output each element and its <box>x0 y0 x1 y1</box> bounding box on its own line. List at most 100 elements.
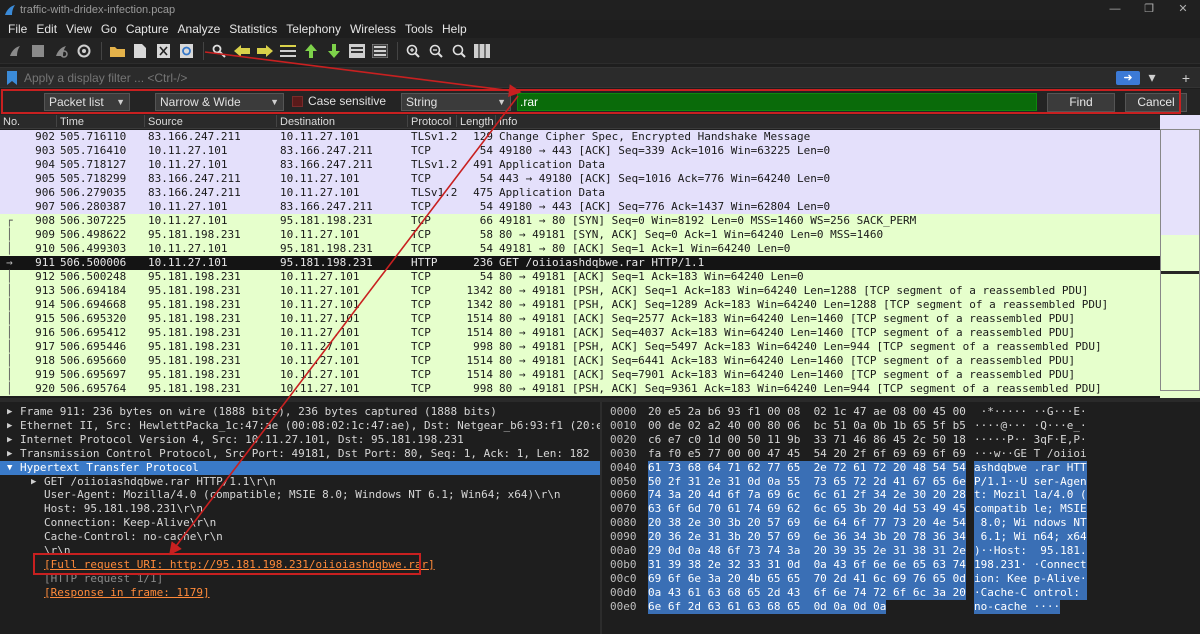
collapsed-arrow-icon[interactable]: ▶ <box>7 405 12 419</box>
bytes-row[interactable]: 0010 00 de 02 a2 40 00 80 06 bc 51 0a 0b … <box>602 419 1200 433</box>
bytes-row[interactable]: 00b0 31 39 38 2e 32 33 31 0d 0a 43 6f 6e … <box>602 557 1200 572</box>
autoscroll-icon[interactable] <box>348 42 366 60</box>
first-packet-icon[interactable] <box>302 42 320 60</box>
resize-columns-icon[interactable] <box>473 42 491 60</box>
filter-bookmark-icon[interactable] <box>6 70 18 85</box>
menu-telephony[interactable]: Telephony <box>286 22 341 36</box>
packet-row[interactable]: │ 917 506.695446 95.181.198.231 10.11.27.101… <box>0 340 1160 354</box>
detail-tree-item[interactable]: Connection: Keep-Alive\r\n <box>0 516 600 530</box>
go-forward-icon[interactable] <box>256 42 274 60</box>
close-icon[interactable]: ✕ <box>1166 0 1200 20</box>
menu-go[interactable]: Go <box>101 22 117 36</box>
collapsed-arrow-icon[interactable]: ▶ <box>7 419 12 433</box>
bytes-row[interactable]: 0080 20 38 2e 30 3b 20 57 69 6e 64 6f 77 … <box>602 516 1200 531</box>
colorize-icon[interactable] <box>371 42 389 60</box>
packet-row[interactable]: 904 505.718127 10.11.27.101 83.166.247.211 T… <box>0 158 1160 172</box>
menu-edit[interactable]: Edit <box>36 22 57 36</box>
detail-tree-item[interactable]: ▶ Internet Protocol Version 4, Src: 10.11… <box>0 433 600 447</box>
detail-link[interactable]: [Response in frame: 1179] <box>44 586 210 600</box>
detail-tree-item[interactable]: ▶ GET /oiioiashdqbwe.rar HTTP/1.1\r\n <box>0 475 600 489</box>
zoom-out-icon[interactable] <box>427 42 445 60</box>
packet-row[interactable]: │ 914 506.694668 95.181.198.231 10.11.27.101… <box>0 298 1160 312</box>
bytes-row[interactable]: 00d0 0a 43 61 63 68 65 2d 43 6f 6e 74 72 … <box>602 585 1200 600</box>
bytes-row[interactable]: 0020 c6 e7 c0 1d 00 50 11 9b 33 71 46 86 … <box>602 433 1200 447</box>
packet-row[interactable]: ┌ 908 506.307225 10.11.27.101 95.181.198.231… <box>0 214 1160 228</box>
packet-row-selected[interactable]: → 911 506.500006 10.11.27.101 95.181.198.231… <box>0 256 1160 270</box>
go-to-packet-icon[interactable] <box>279 42 297 60</box>
packet-row[interactable]: 903 505.716410 10.11.27.101 83.166.247.211 T… <box>0 144 1160 158</box>
detail-tree-item[interactable]: User-Agent: Mozilla/4.0 (compatible; MSI… <box>0 488 600 502</box>
last-packet-icon[interactable] <box>325 42 343 60</box>
column-header-time[interactable]: Time <box>60 115 84 129</box>
column-header-source[interactable]: Source <box>148 115 183 129</box>
bytes-row[interactable]: 0050 50 2f 31 2e 31 0d 0a 55 73 65 72 2d … <box>602 474 1200 489</box>
packet-minimap-scrollbar[interactable] <box>1160 115 1200 398</box>
detail-tree-item[interactable]: ▶ Ethernet II, Src: HewlettPacka_1c:47:ae… <box>0 419 600 433</box>
normal-size-icon[interactable] <box>450 42 468 60</box>
start-capture-icon[interactable] <box>6 42 24 60</box>
capture-options-icon[interactable] <box>75 42 93 60</box>
menu-file[interactable]: File <box>8 22 27 36</box>
open-folder-icon[interactable] <box>108 42 126 60</box>
packet-row[interactable]: │ 918 506.695660 95.181.198.231 10.11.27.101… <box>0 354 1160 368</box>
packet-row[interactable]: 902 505.716110 83.166.247.211 10.11.27.101 T… <box>0 130 1160 144</box>
packet-row[interactable]: │ 920 506.695764 95.181.198.231 10.11.27.101… <box>0 382 1160 396</box>
save-file-icon[interactable] <box>131 42 149 60</box>
menu-view[interactable]: View <box>66 22 92 36</box>
minimap-thumb[interactable] <box>1160 129 1200 391</box>
bytes-row[interactable]: 0090 20 36 2e 31 3b 20 57 69 6e 36 34 3b … <box>602 530 1200 545</box>
menu-capture[interactable]: Capture <box>126 22 169 36</box>
display-filter-input[interactable] <box>24 68 1116 87</box>
column-header-no[interactable]: No. <box>3 115 20 129</box>
column-header-destination[interactable]: Destination <box>280 115 335 129</box>
expanded-arrow-icon[interactable]: ▼ <box>7 461 12 475</box>
apply-filter-icon[interactable]: ➜ <box>1116 70 1140 85</box>
packet-row[interactable]: │ 910 506.499303 10.11.27.101 95.181.198.231… <box>0 242 1160 256</box>
find-packet-icon[interactable] <box>210 42 228 60</box>
add-expression-icon[interactable]: + <box>1178 70 1194 86</box>
add-filter-button-icon[interactable]: ▾ <box>1144 69 1160 86</box>
menu-statistics[interactable]: Statistics <box>229 22 277 36</box>
go-back-icon[interactable] <box>233 42 251 60</box>
packet-list[interactable]: No. Time Source Destination Protocol Len… <box>0 115 1160 398</box>
menu-analyze[interactable]: Analyze <box>178 22 221 36</box>
restore-icon[interactable]: ❐ <box>1132 0 1166 20</box>
close-file-icon[interactable] <box>154 42 172 60</box>
bytes-row[interactable]: 0040 61 73 68 64 71 62 77 65 2e 72 61 72 … <box>602 460 1200 475</box>
packet-row[interactable]: 906 506.279035 83.166.247.211 10.11.27.101 T… <box>0 186 1160 200</box>
reload-icon[interactable] <box>177 42 195 60</box>
bytes-row[interactable]: 0070 63 6f 6d 70 61 74 69 62 6c 65 3b 20 … <box>602 502 1200 517</box>
detail-tree-item[interactable]: [Response in frame: 1179] <box>0 586 600 600</box>
menu-help[interactable]: Help <box>442 22 467 36</box>
packet-row[interactable]: │ 909 506.498622 95.181.198.231 10.11.27.101… <box>0 228 1160 242</box>
bytes-row[interactable]: 00a0 29 0d 0a 48 6f 73 74 3a 20 39 35 2e … <box>602 544 1200 558</box>
menu-tools[interactable]: Tools <box>405 22 433 36</box>
packet-row[interactable]: 907 506.280387 10.11.27.101 83.166.247.211 T… <box>0 200 1160 214</box>
column-header-length[interactable]: Length <box>460 115 494 129</box>
packet-row[interactable]: │ 913 506.694184 95.181.198.231 10.11.27.101… <box>0 284 1160 298</box>
detail-tree-item[interactable]: Host: 95.181.198.231\r\n <box>0 502 600 516</box>
detail-tree-item[interactable]: Cache-Control: no-cache\r\n <box>0 530 600 544</box>
collapsed-arrow-icon[interactable]: ▶ <box>7 447 12 461</box>
column-header-info[interactable]: Info <box>499 115 517 129</box>
packet-details-tree[interactable]: ▶ Frame 911: 236 bytes on wire (1888 bits… <box>0 402 600 634</box>
detail-tree-item[interactable]: ▶ Transmission Control Protocol, Src Port… <box>0 447 600 461</box>
stop-capture-icon[interactable] <box>29 42 47 60</box>
packet-row[interactable]: 905 505.718299 83.166.247.211 10.11.27.101 T… <box>0 172 1160 186</box>
packet-row[interactable]: │ 919 506.695697 95.181.198.231 10.11.27.101… <box>0 368 1160 382</box>
collapsed-arrow-icon[interactable]: ▶ <box>7 433 12 447</box>
packet-row[interactable]: │ 912 506.500248 95.181.198.231 10.11.27.101… <box>0 270 1160 284</box>
restart-capture-icon[interactable] <box>52 42 70 60</box>
collapsed-arrow-icon[interactable]: ▶ <box>31 475 36 489</box>
zoom-in-icon[interactable] <box>404 42 422 60</box>
bytes-row[interactable]: 0000 20 e5 2a b6 93 f1 00 08 02 1c 47 ae … <box>602 405 1200 419</box>
packet-row[interactable]: │ 915 506.695320 95.181.198.231 10.11.27.101… <box>0 312 1160 326</box>
packet-bytes-pane[interactable]: 0000 20 e5 2a b6 93 f1 00 08 02 1c 47 ae … <box>600 402 1200 634</box>
bytes-row[interactable]: 0030 fa f0 e5 77 00 00 47 45 54 20 2f 6f … <box>602 447 1200 461</box>
packet-row[interactable]: │ 916 506.695412 95.181.198.231 10.11.27.101… <box>0 326 1160 340</box>
bytes-row[interactable]: 00c0 69 6f 6e 3a 20 4b 65 65 70 2d 41 6c … <box>602 571 1200 586</box>
bytes-row[interactable]: 00e0 6e 6f 2d 63 61 63 68 65 0d 0a 0d 0a n… <box>602 599 1200 614</box>
bytes-row[interactable]: 0060 74 3a 20 4d 6f 7a 69 6c 6c 61 2f 34 … <box>602 488 1200 503</box>
detail-tree-item[interactable]: ▼ Hypertext Transfer Protocol <box>0 460 600 475</box>
menu-wireless[interactable]: Wireless <box>350 22 396 36</box>
